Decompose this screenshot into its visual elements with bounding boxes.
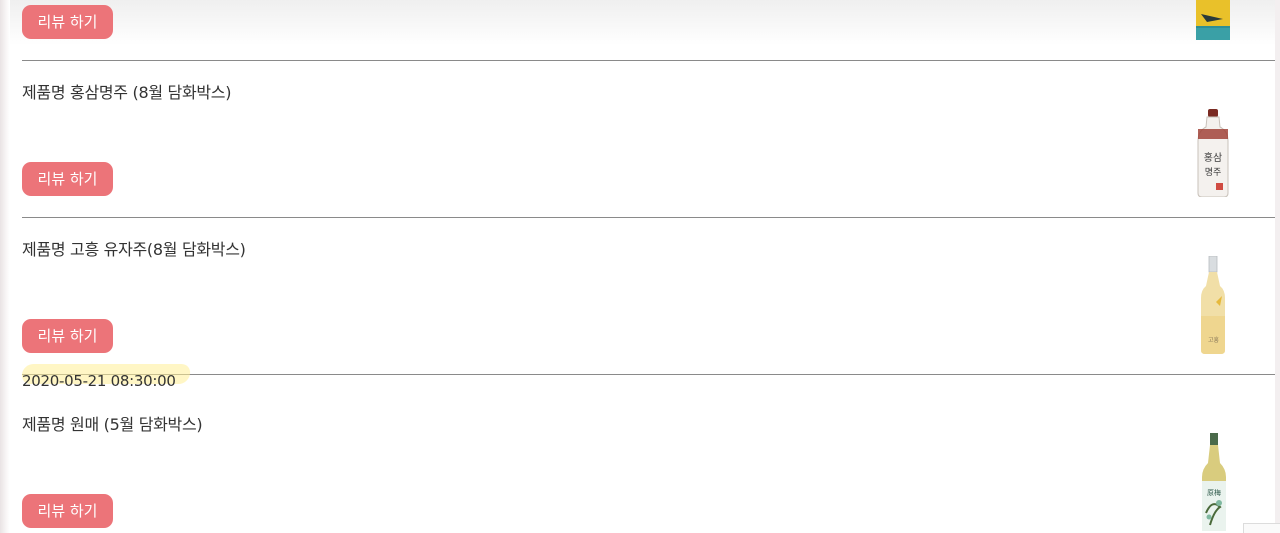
review-button[interactable]: 리뷰 하기: [22, 494, 113, 528]
review-button[interactable]: 리뷰 하기: [22, 319, 113, 353]
product-name: 제품명 원매 (5월 담화박스): [22, 415, 203, 434]
yuja-liquor-bottle-image: 고흥: [1201, 256, 1225, 354]
svg-text:명주: 명주: [1205, 167, 1222, 178]
review-button[interactable]: 리뷰 하기: [22, 5, 113, 39]
left-page-edge: [0, 0, 10, 533]
list-item: 2020-05-21 08:30:00 제품명 원매 (5월 담화박스) 리뷰 …: [20, 364, 1275, 533]
red-ginseng-liquor-bottle-image: 홍삼 명주: [1197, 109, 1229, 197]
list-item: 제품명 홍삼명주 (8월 담화박스) 리뷰 하기 홍삼 명주: [22, 61, 1275, 217]
order-date: 2020-05-21 08:30:00: [22, 372, 176, 390]
svg-text:홍삼: 홍삼: [1204, 151, 1222, 164]
plum-liquor-bottle-image: 原梅: [1202, 433, 1226, 531]
svg-text:고흥: 고흥: [1208, 336, 1220, 344]
review-list-page: 리뷰 하기 제품명 홍삼명주 (8월 담화박스) 리뷰 하기 홍삼 명주 제품명…: [0, 0, 1280, 533]
right-page-edge: [1275, 0, 1280, 533]
teal-bottle-image: [1196, 0, 1230, 40]
review-button[interactable]: 리뷰 하기: [22, 162, 113, 196]
list-item: 제품명 고흥 유자주(8월 담화박스) 리뷰 하기 고흥: [22, 218, 1275, 374]
product-name: 제품명 고흥 유자주(8월 담화박스): [22, 240, 246, 259]
corner-widget: [1243, 523, 1280, 533]
product-name: 제품명 홍삼명주 (8월 담화박스): [22, 83, 232, 102]
list-item: 리뷰 하기: [22, 0, 1275, 60]
svg-text:原梅: 原梅: [1207, 488, 1221, 497]
